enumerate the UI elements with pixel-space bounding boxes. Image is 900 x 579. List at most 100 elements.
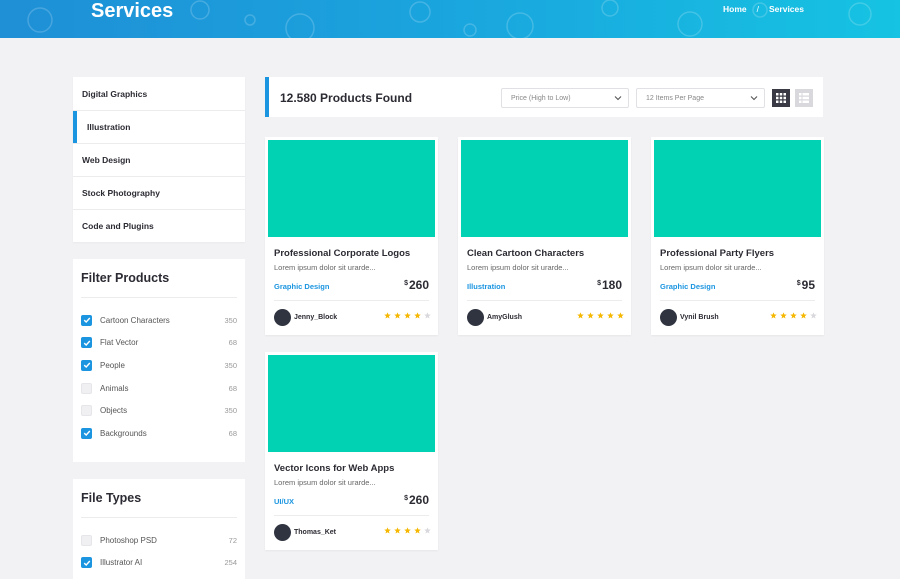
star-icon (587, 312, 594, 319)
list-view-button[interactable] (795, 89, 813, 107)
category-item-digital-graphics[interactable]: Digital Graphics (73, 77, 245, 110)
author-avatar[interactable] (274, 524, 291, 541)
chevron-down-icon (614, 96, 622, 101)
star-icon (414, 527, 421, 534)
author-avatar[interactable] (274, 309, 291, 326)
breadcrumb-separator: / (756, 4, 760, 14)
product-title[interactable]: Professional Corporate Logos (274, 248, 410, 259)
breadcrumb-home-link[interactable]: Home (723, 4, 747, 14)
product-card[interactable]: Vector Icons for Web Apps Lorem ipsum dol… (265, 352, 438, 550)
category-list: Digital Graphics Illustration Web Design… (73, 77, 245, 242)
price-currency: $ (404, 280, 408, 287)
category-item-code-and-plugins[interactable]: Code and Plugins (73, 209, 245, 242)
product-title[interactable]: Clean Cartoon Characters (467, 248, 584, 259)
price-value: 260 (408, 278, 429, 292)
filter-option-count: 68 (228, 383, 237, 393)
products-found-count: 12.580 Products Found (280, 91, 413, 105)
checkbox-checked[interactable] (81, 337, 92, 349)
breadcrumb-current: Services (769, 4, 804, 14)
product-category-link[interactable]: UI/UX (274, 497, 294, 506)
per-page-select[interactable]: 12 Items Per Page (636, 88, 765, 108)
filter-option[interactable]: Photoshop PSD 72 (81, 529, 237, 552)
filter-products-title: Filter Products (81, 259, 237, 298)
product-price: $260 (404, 493, 429, 507)
card-divider (467, 300, 622, 301)
checkbox-checked[interactable] (81, 557, 92, 569)
star-icon (617, 312, 624, 319)
checkbox-unchecked[interactable] (81, 382, 92, 394)
checkmark-icon (83, 363, 90, 369)
star-icon (414, 312, 421, 319)
price-currency: $ (404, 495, 408, 502)
filter-option-label: Flat Vector (100, 338, 139, 348)
product-thumbnail[interactable] (461, 140, 628, 237)
rating-stars (577, 312, 624, 319)
star-icon (810, 312, 817, 319)
filter-option-count: 72 (228, 535, 237, 545)
author-name[interactable]: Vynil Brush (680, 314, 719, 321)
product-category-link[interactable]: Graphic Design (274, 282, 329, 291)
filter-option-count: 68 (228, 338, 237, 348)
file-types-list: Photoshop PSD 72 Illustrator AI 254 (81, 518, 237, 574)
checkbox-checked[interactable] (81, 427, 92, 439)
sort-select-value: Price (High to Low) (511, 94, 571, 102)
grid-view-button[interactable] (772, 89, 790, 107)
product-thumbnail[interactable] (268, 140, 435, 237)
star-icon (577, 312, 584, 319)
product-card[interactable]: Professional Corporate Logos Lorem ipsum … (265, 137, 438, 335)
per-page-select-value: 12 Items Per Page (646, 94, 704, 102)
star-icon (780, 312, 787, 319)
filter-option-count: 350 (224, 360, 237, 370)
page-header-banner: Services Home / Services (0, 0, 900, 38)
star-icon (384, 312, 391, 319)
product-thumbnail[interactable] (654, 140, 821, 237)
product-category-link[interactable]: Graphic Design (660, 282, 715, 291)
file-types-panel: File Types Photoshop PSD 72 Illustrator AI… (73, 479, 245, 579)
author-name[interactable]: Thomas_Ket (294, 529, 336, 536)
star-icon (404, 312, 411, 319)
filter-option[interactable]: People 350 (81, 354, 237, 377)
price-currency: $ (597, 280, 601, 287)
filter-option[interactable]: Backgrounds 68 (81, 422, 237, 445)
product-description: Lorem ipsum dolor sit urarde... (274, 263, 376, 272)
star-icon (800, 312, 807, 319)
author-avatar[interactable] (467, 309, 484, 326)
filter-option[interactable]: Illustrator AI 254 (81, 552, 237, 575)
sort-select[interactable]: Price (High to Low) (501, 88, 629, 108)
author-name[interactable]: AmyGlush (487, 314, 522, 321)
checkbox-unchecked[interactable] (81, 534, 92, 546)
product-title[interactable]: Professional Party Flyers (660, 248, 774, 259)
checkbox-checked[interactable] (81, 359, 92, 371)
price-currency: $ (796, 280, 801, 287)
star-icon (394, 312, 401, 319)
product-category-link[interactable]: Illustration (467, 282, 505, 291)
filter-option[interactable]: Objects 350 (81, 399, 237, 422)
category-item-illustration[interactable]: Illustration (73, 110, 245, 143)
product-card[interactable]: Professional Party Flyers Lorem ipsum dol… (651, 137, 824, 335)
filter-option-label: Illustrator AI (100, 558, 143, 568)
checkbox-unchecked[interactable] (81, 405, 92, 417)
filter-option[interactable]: Animals 68 (81, 377, 237, 400)
author-avatar[interactable] (660, 309, 677, 326)
filter-option-label: Backgrounds (100, 428, 147, 438)
filter-option-count: 350 (224, 315, 237, 325)
filter-products-panel: Filter Products Cartoon Characters 350 Fla… (73, 259, 245, 462)
filter-option-label: Cartoon Characters (100, 315, 170, 325)
author-name[interactable]: Jenny_Block (294, 314, 337, 321)
product-card[interactable]: Clean Cartoon Characters Lorem ipsum dolo… (458, 137, 631, 335)
card-divider (660, 300, 815, 301)
star-icon (597, 312, 604, 319)
category-item-stock-photography[interactable]: Stock Photography (73, 176, 245, 209)
checkbox-checked[interactable] (81, 314, 92, 326)
filter-option[interactable]: Cartoon Characters 350 (81, 309, 237, 332)
product-price: $180 (597, 278, 622, 292)
breadcrumb: Home / Services (723, 4, 804, 14)
category-item-web-design[interactable]: Web Design (73, 143, 245, 176)
filter-products-list: Cartoon Characters 350 Flat Vector 68 People… (81, 298, 237, 445)
checkmark-icon (83, 317, 90, 324)
filter-option-label: Animals (100, 383, 129, 393)
product-title[interactable]: Vector Icons for Web Apps (274, 463, 394, 474)
filter-option[interactable]: Flat Vector 68 (81, 332, 237, 355)
product-thumbnail[interactable] (268, 355, 435, 452)
filter-option-count: 350 (224, 406, 237, 416)
